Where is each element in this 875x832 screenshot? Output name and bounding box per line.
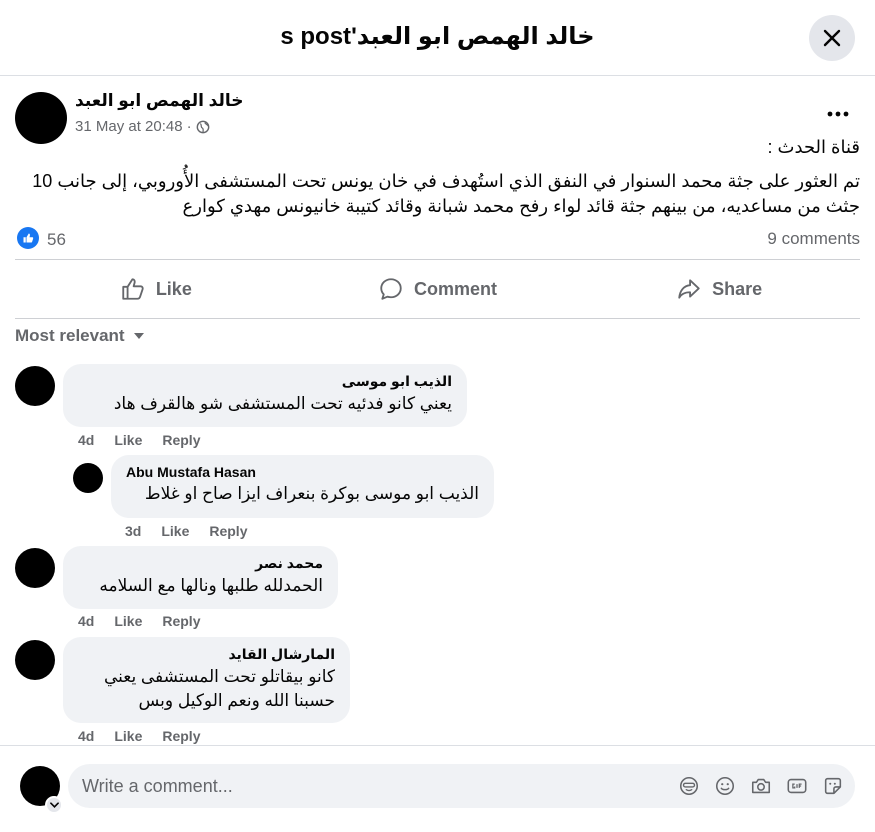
comment-bubble: الذيب ابو موسى يعني كانو فدئيه تحت المست… [63,364,467,427]
commenter-avatar[interactable] [15,640,55,680]
comment-actions: 4d Like Reply [78,613,200,629]
comment-icon [380,278,402,300]
comment-actions: 3d Like Reply [125,523,247,539]
more-options-button[interactable] [818,99,858,129]
comment-bubble: Abu Mustafa Hasan الذيب ابو موسى بوكرة ب… [111,455,494,518]
comment-author[interactable]: المارشال القايد [78,646,335,663]
sort-label: Most relevant [15,326,125,345]
comment-reply-button[interactable]: Reply [162,613,200,629]
comment-button[interactable]: Comment [297,260,579,318]
comment-reply-button[interactable]: Reply [162,728,200,744]
comment-like-button[interactable]: Like [114,728,142,744]
post-body-text: تم العثور على جثة محمد السنوار في النفق … [32,171,860,216]
caret-down-icon [133,333,144,339]
comment-actions: 4d Like Reply [78,728,200,744]
comment-text: الذيب ابو موسى بوكرة بنعراف ايزا صاح او … [144,484,479,503]
comment-count[interactable]: 9 comments [767,229,860,249]
comment-bubble: المارشال القايد كانو بيقاتلو تحت المستشف… [63,637,350,723]
sticker-icon [824,777,842,795]
globe-icon [196,120,209,133]
post-source-line: قناة الحدث : [767,137,860,157]
avatar-sticker-icon [679,776,699,796]
like-button-label: Like [155,278,192,299]
commenter-avatar[interactable] [15,548,55,588]
more-icon [827,111,849,117]
post-author-name[interactable]: خالد الهمص ابو العبد [75,91,243,111]
comment-author[interactable]: Abu Mustafa Hasan [126,464,479,480]
chevron-down-icon [49,802,59,808]
thumbs-up-icon [122,278,144,300]
post-author-avatar[interactable] [15,92,67,144]
post-timestamp[interactable]: 31 May at 20:48 [75,118,183,135]
avatar-sticker-button[interactable] [677,774,701,798]
camera-icon [751,778,771,794]
comment-like-button[interactable]: Like [161,523,189,539]
comment-sort-dropdown[interactable]: Most relevant [15,326,145,346]
emoji-button[interactable] [713,774,737,798]
reactions-summary: 56 9 comments [15,225,860,255]
comment-time[interactable]: 4d [78,728,94,744]
profile-switch-button[interactable] [45,796,63,814]
reaction-count[interactable]: 56 [47,230,66,250]
gif-icon [787,778,807,794]
share-icon [678,279,700,299]
comment-text: كانو بيقاتلو تحت المستشفى يعني حسبنا الل… [103,667,335,710]
like-reaction-icon[interactable] [17,227,39,249]
commenter-avatar[interactable] [15,366,55,406]
comment-button-label: Comment [414,278,498,299]
post-scroll-area[interactable]: خالد الهمص ابو العبد 31 May at 20:48 · ق… [0,77,875,745]
share-button-label: Share [712,278,763,299]
meta-separator: · [186,118,192,135]
modal-header: خالد الهمص ابو العبد's post [0,0,875,76]
post-meta: 31 May at 20:48 · [75,118,210,135]
gif-button[interactable] [785,774,809,798]
modal-title: خالد الهمص ابو العبد's post [280,23,595,50]
comment-text: يعني كانو فدئيه تحت المستشفى شو هالقرف ه… [113,394,452,413]
commenter-avatar[interactable] [73,463,103,493]
comment-time[interactable]: 3d [125,523,141,539]
comment-reply-button[interactable]: Reply [162,432,200,448]
comment-bubble: محمد نصر الحمدلله طلبها ونالها مع السلام… [63,546,338,609]
camera-button[interactable] [749,774,773,798]
share-button[interactable]: Share [578,260,860,318]
like-button[interactable]: Like [15,260,297,318]
comment-author[interactable]: الذيب ابو موسى [78,373,452,390]
close-icon [823,29,841,47]
comment-time[interactable]: 4d [78,613,94,629]
emoji-icon [715,776,735,796]
comment-like-button[interactable]: Like [114,613,142,629]
comment-like-button[interactable]: Like [114,432,142,448]
comment-text: الحمدلله طلبها ونالها مع السلامه [99,576,323,595]
post-actions: Like Comment Share [15,259,860,319]
comment-reply-button[interactable]: Reply [209,523,247,539]
close-button[interactable] [809,15,855,61]
composer-tools [677,774,845,798]
sticker-button[interactable] [821,774,845,798]
comment-composer [0,745,875,832]
comment-actions: 4d Like Reply [78,432,200,448]
comment-author[interactable]: محمد نصر [78,555,323,572]
comment-time[interactable]: 4d [78,432,94,448]
